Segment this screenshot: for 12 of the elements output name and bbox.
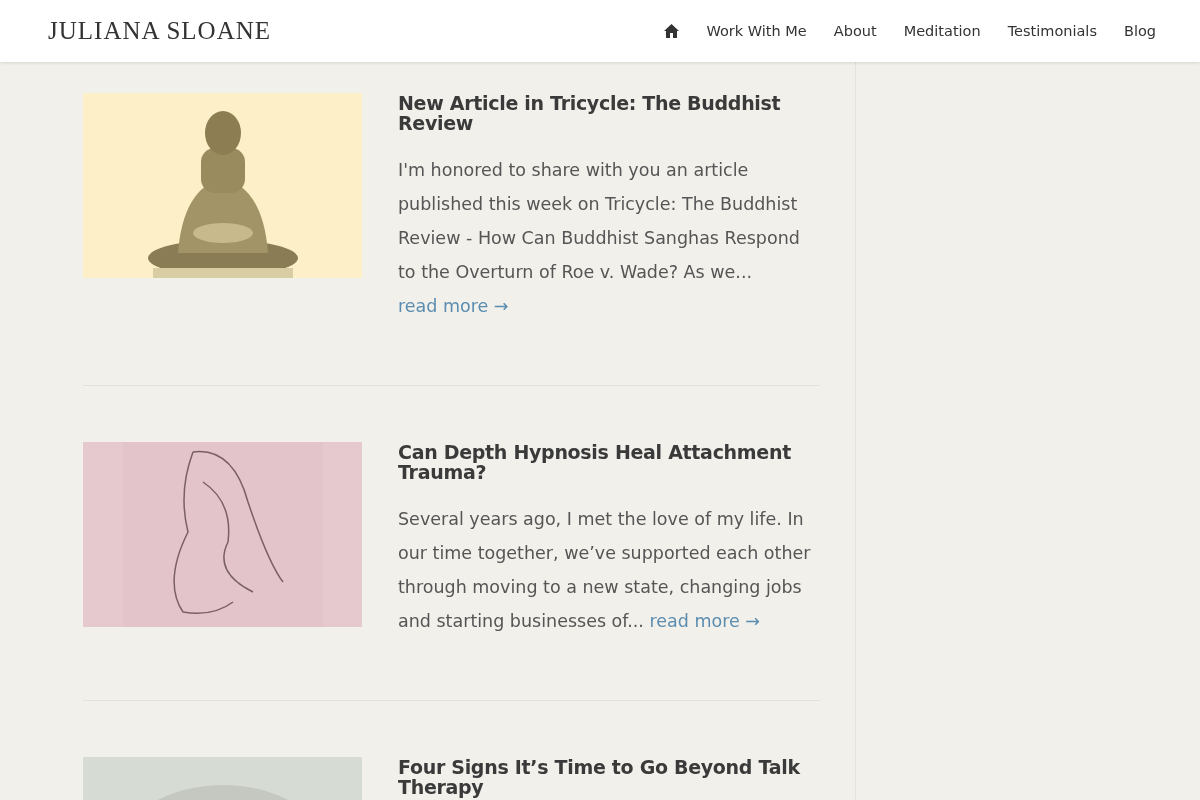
post-excerpt: I'm honored to share with you an article published this week on Tricycle: The Buddhist Review - How Can Buddhist Sanghas Respond to the Overturn of Roe v. Wade? As we... read more →	[398, 159, 801, 318]
post-title[interactable]: Can Depth Hypnosis Heal Attachment Trauma?	[398, 442, 820, 482]
nav-link[interactable]: Meditation	[903, 23, 981, 39]
post-title[interactable]: Four Signs It’s Time to Go Beyond Talk Therapy	[398, 757, 820, 797]
nav-link[interactable]: Blog	[1123, 23, 1156, 39]
nav-link[interactable]: About	[833, 23, 877, 39]
post-excerpt: Several years ago, I met the love of my life. In our time together, we’ve supported each other through moving to a new state, changing jobs and starting businesses of... read more →	[398, 508, 812, 633]
post-title[interactable]: New Article in Tricycle: The Buddhist Review	[398, 93, 820, 133]
home-icon[interactable]	[664, 24, 680, 38]
nav-link[interactable]: Work With Me	[706, 23, 807, 39]
logo[interactable]: JULIANA SLOANE	[48, 17, 272, 45]
nav-link[interactable]: Testimonials	[1007, 23, 1097, 39]
